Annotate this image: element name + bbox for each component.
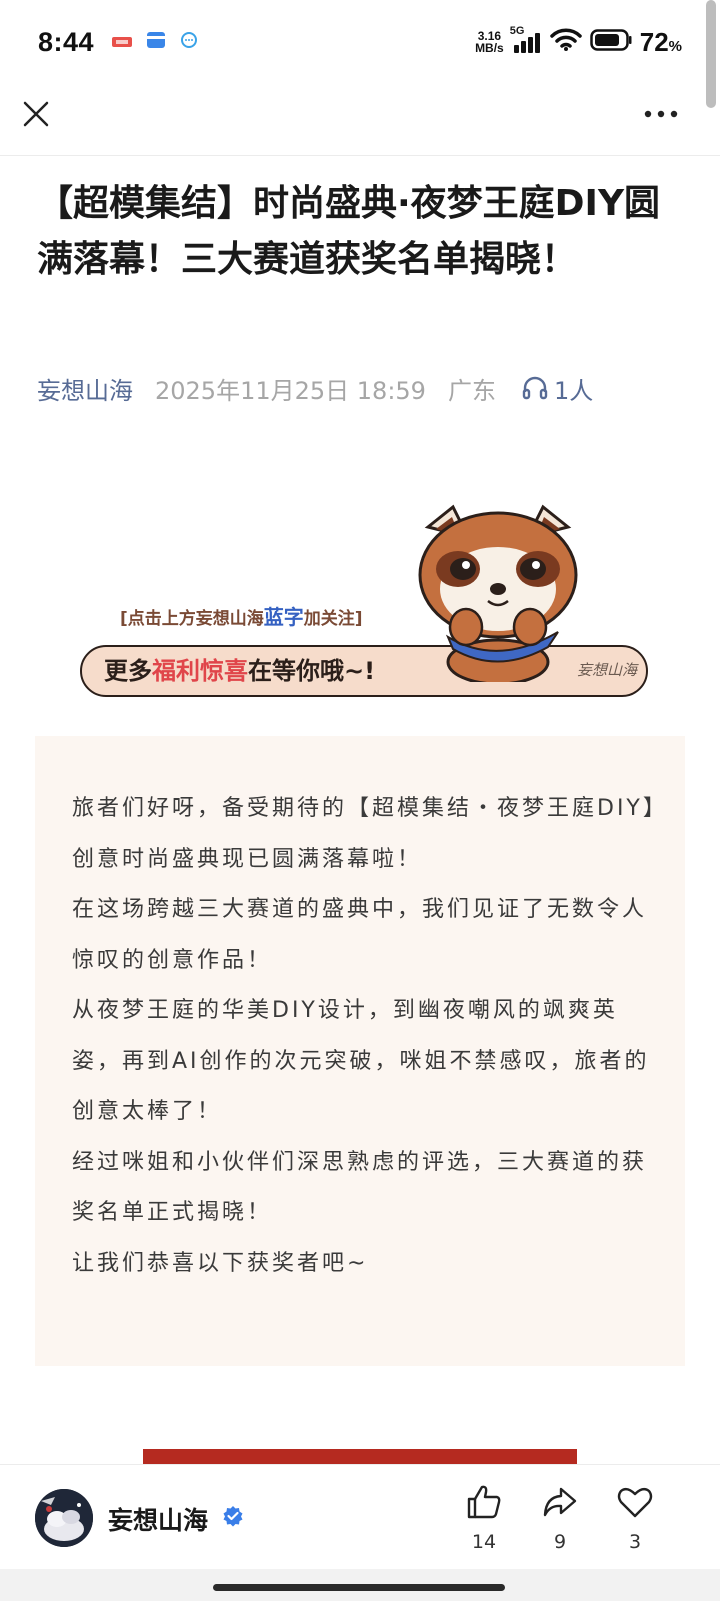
follow-banner: [点击上方妄想山海蓝字加关注] 更多福利惊喜在等你哦~! 妄想山海	[78, 504, 653, 700]
headphones-icon	[522, 376, 548, 400]
battery-icon	[589, 29, 632, 55]
notification-icons	[112, 31, 198, 53]
intro-card: 旅者们好呀，备受期待的【超模集结・夜梦王庭DIY】创意时尚盛典现已圆满落幕啦！ …	[35, 736, 685, 1366]
favorite-count: 3	[628, 1531, 642, 1553]
intro-paragraph: 从夜梦王庭的华美DIY设计，到幽夜嘲风的飒爽英姿，再到AI创作的次元突破，咪姐不…	[72, 998, 650, 1124]
status-bar: 8:44 3.16 MB/s 5G 72%	[0, 0, 720, 84]
app-notification-icon	[112, 33, 133, 52]
listen-button[interactable]: 1人	[522, 371, 593, 406]
intro-paragraph: 让我们恭喜以下获奖者吧~	[72, 1250, 369, 1276]
banner-slogan: 更多福利惊喜在等你哦~!	[104, 648, 375, 694]
battery-percent: 72%	[640, 27, 682, 58]
banner-slogan-part2: 福利惊喜	[152, 657, 248, 685]
intro-paragraph: 旅者们好呀，备受期待的【超模集结・夜梦王庭DIY】创意时尚盛典现已圆满落幕啦！	[72, 796, 657, 872]
network-speed: 3.16 MB/s	[475, 30, 504, 54]
article-title: 【超模集结】时尚盛典·夜梦王庭DIY圆满落幕！三大赛道获奖名单揭晓！	[37, 183, 661, 280]
publish-location: 广东	[447, 376, 496, 405]
section-header-bar	[143, 1449, 577, 1464]
status-time: 8:44	[38, 26, 95, 57]
account-avatar[interactable]	[35, 1489, 93, 1547]
article-meta: 妄想山海 2025年11月25日 18:59 广东 1人	[37, 368, 593, 408]
favorite-button[interactable]: 3	[605, 1483, 665, 1553]
red-panda-mascot-illustration	[418, 504, 578, 682]
battery-percent-value: 72	[639, 26, 669, 57]
chat-bubble-icon	[180, 31, 198, 53]
author-link[interactable]: 妄想山海	[37, 371, 133, 406]
listener-count: 1人	[553, 376, 594, 405]
heart-icon	[617, 1487, 653, 1518]
banner-hint-prefix: [点击上方妄想山海	[120, 609, 264, 629]
intro-text: 旅者们好呀，备受期待的【超模集结・夜梦王庭DIY】创意时尚盛典现已圆满落幕啦！ …	[72, 784, 662, 1289]
account-name[interactable]: 妄想山海	[108, 1501, 208, 1537]
more-options-button[interactable]	[636, 94, 686, 134]
status-right: 3.16 MB/s 5G 72%	[475, 25, 682, 58]
share-count: 9	[553, 1531, 567, 1553]
banner-hint: [点击上方妄想山海蓝字加关注]	[120, 601, 363, 630]
more-icon	[644, 110, 678, 118]
network-speed-unit: MB/s	[475, 41, 504, 55]
wallet-icon	[146, 31, 166, 53]
share-button[interactable]: 9	[530, 1483, 590, 1553]
verified-badge-icon	[222, 1505, 244, 1531]
home-indicator[interactable]	[213, 1584, 505, 1591]
close-icon	[23, 101, 49, 127]
network-type: 5G	[509, 25, 525, 37]
bottom-bar: 妄想山海 14 9 3	[0, 1464, 720, 1569]
thumbs-up-icon	[467, 1485, 501, 1519]
close-button[interactable]	[16, 94, 56, 134]
banner-slogan-part3: 在等你哦~!	[248, 657, 376, 685]
battery-percent-sign: %	[668, 37, 682, 55]
like-count: 14	[471, 1531, 497, 1553]
cellular-signal-icon: 5G	[510, 25, 542, 53]
share-arrow-icon	[543, 1487, 577, 1517]
avatar-image	[35, 1489, 93, 1547]
banner-slogan-part1: 更多	[104, 657, 152, 685]
wifi-icon	[549, 28, 582, 56]
banner-hint-blue: 蓝字	[263, 605, 304, 629]
publish-date: 2025年11月25日 18:59	[155, 376, 426, 405]
intro-paragraph: 经过咪姐和小伙伴们深思熟虑的评选，三大赛道的获奖名单正式揭晓！	[72, 1149, 648, 1226]
banner-hint-suffix: 加关注]	[303, 609, 363, 629]
article-toolbar	[0, 84, 720, 156]
like-button[interactable]: 14	[454, 1483, 514, 1553]
intro-paragraph: 在这场跨越三大赛道的盛典中，我们见证了无数令人惊叹的创意作品！	[72, 897, 648, 973]
